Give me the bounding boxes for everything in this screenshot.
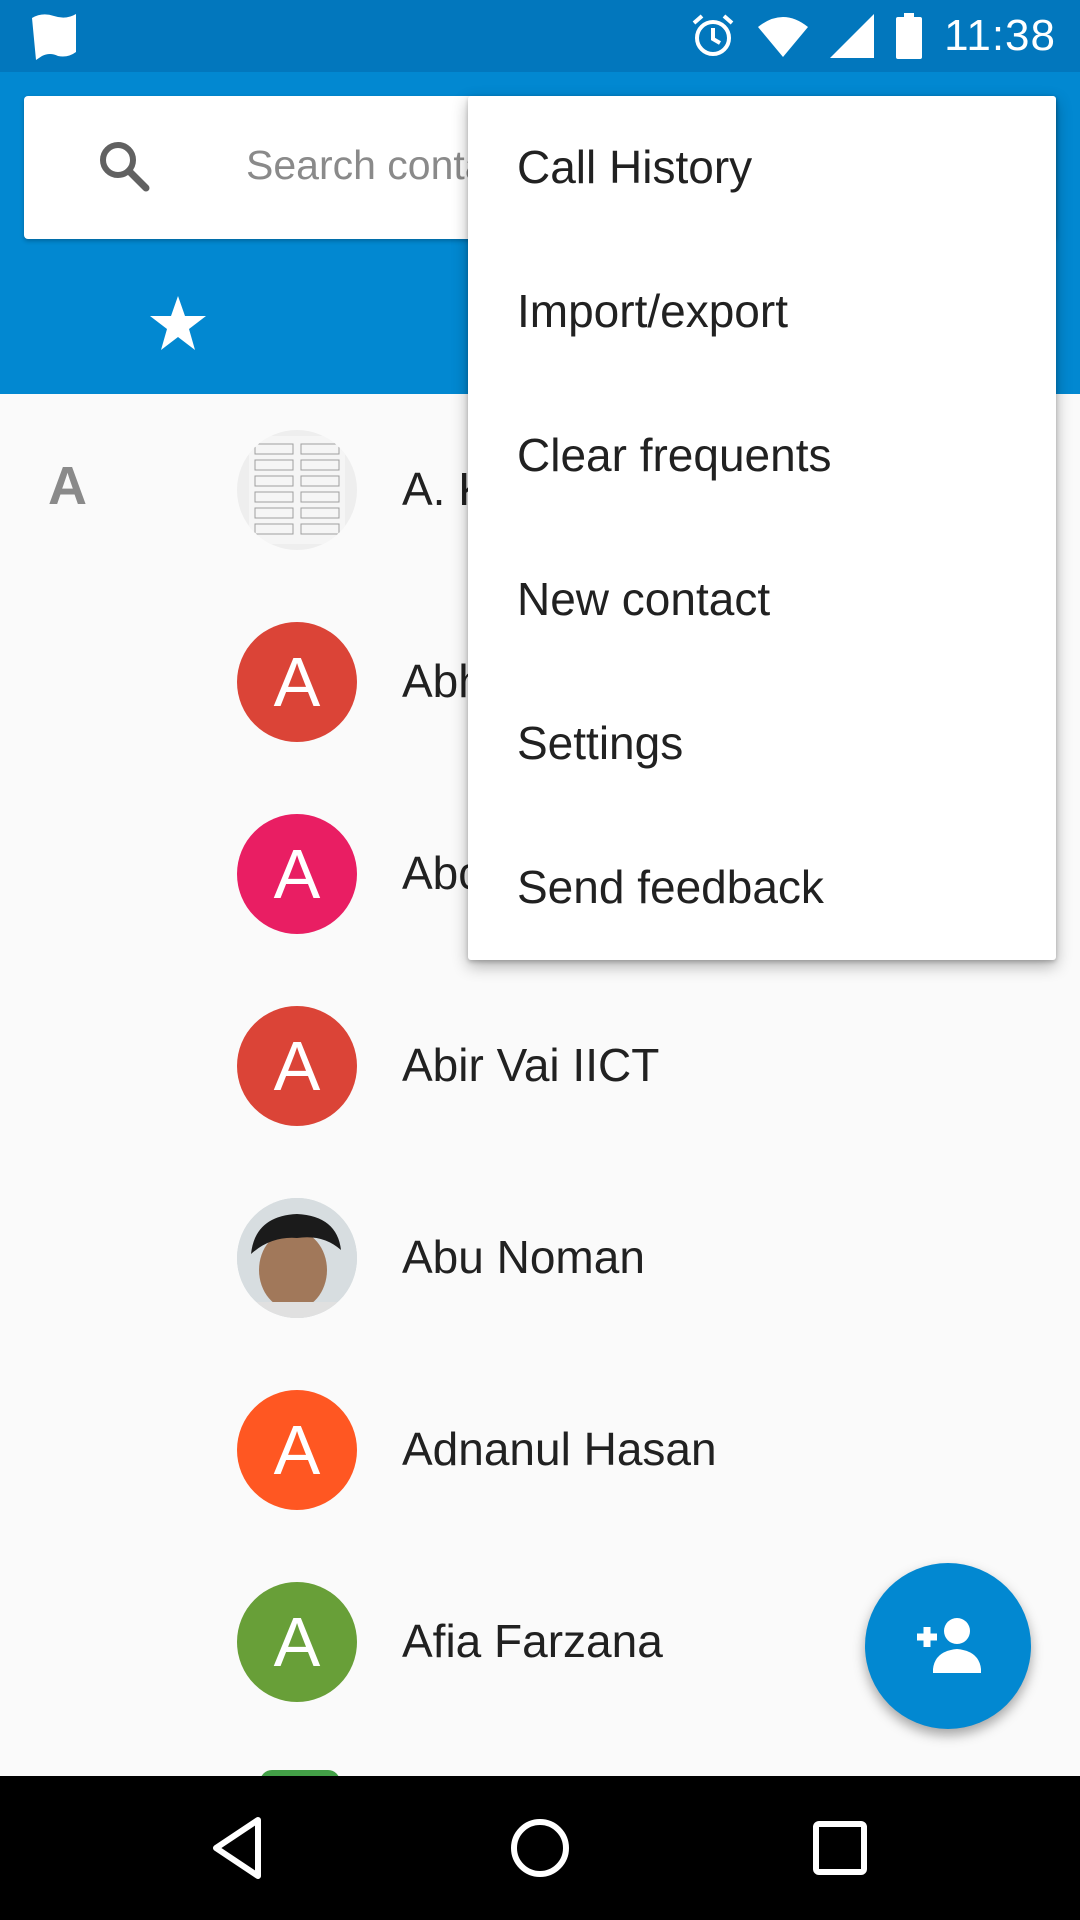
- contact-name: Abu Noman: [402, 1231, 645, 1283]
- clock: 11:38: [944, 11, 1056, 60]
- avatar: A: [237, 814, 357, 934]
- avatar: [237, 430, 357, 550]
- status-bar: 11:38: [0, 0, 1080, 72]
- list-item[interactable]: A Adnanul Hasan: [0, 1350, 1080, 1542]
- contact-name: Afia Farzana: [402, 1615, 663, 1667]
- search-input[interactable]: Search conta: [246, 142, 488, 189]
- menu-item-call-history[interactable]: Call History: [468, 96, 1056, 240]
- menu-item-settings[interactable]: Settings: [468, 672, 1056, 816]
- menu-item-clear-frequents[interactable]: Clear frequents: [468, 384, 1056, 528]
- avatar: [237, 1198, 357, 1318]
- battery-icon: [896, 13, 923, 59]
- app-notification-icon: [32, 14, 76, 60]
- menu-item-import-export[interactable]: Import/export: [468, 240, 1056, 384]
- contact-photo: [249, 436, 345, 544]
- back-icon[interactable]: [200, 1808, 280, 1888]
- list-item[interactable]: A Abir Vai IICT: [0, 966, 1080, 1158]
- contact-name: Abir Vai IICT: [402, 1039, 660, 1091]
- add-contact-button[interactable]: [865, 1563, 1031, 1729]
- contact-name: Adnanul Hasan: [402, 1423, 717, 1475]
- star-icon[interactable]: [148, 294, 208, 354]
- list-item[interactable]: Abu Noman: [0, 1158, 1080, 1350]
- avatar: A: [237, 1006, 357, 1126]
- home-icon[interactable]: [500, 1808, 580, 1888]
- search-icon[interactable]: [94, 136, 154, 196]
- alarm-icon: [692, 14, 734, 56]
- avatar: A: [237, 1582, 357, 1702]
- cell-signal-icon: [830, 14, 875, 58]
- avatar: A: [237, 622, 357, 742]
- avatar: A: [237, 1390, 357, 1510]
- menu-item-send-feedback[interactable]: Send feedback: [468, 816, 1056, 960]
- recents-icon[interactable]: [800, 1808, 880, 1888]
- overflow-menu: Call History Import/export Clear frequen…: [468, 96, 1056, 960]
- wifi-icon: [758, 17, 809, 57]
- add-person-icon: [917, 1618, 981, 1673]
- navigation-bar: [0, 1776, 1080, 1920]
- contact-photo: [237, 1198, 357, 1318]
- menu-item-new-contact[interactable]: New contact: [468, 528, 1056, 672]
